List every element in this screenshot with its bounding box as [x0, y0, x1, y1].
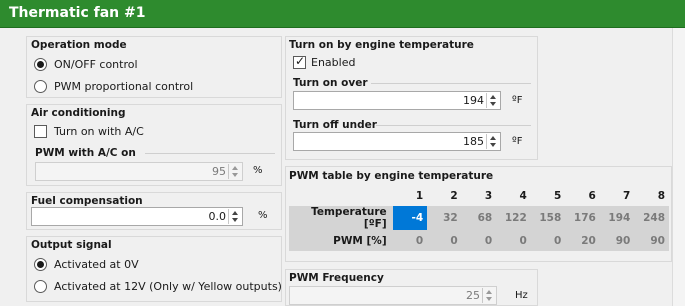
- temperature-row-header: Temperature [ºF]: [289, 206, 393, 230]
- output-signal-title: Output signal: [31, 239, 112, 251]
- temperature-row: Temperature [ºF] -4 32 68 122 158 176 19…: [289, 206, 669, 230]
- activated-12v-label[interactable]: Activated at 12V (Only w/ Yellow outputs…: [54, 280, 282, 293]
- pwm-with-ac-value: 95: [212, 165, 226, 178]
- temperature-cell[interactable]: 158: [530, 206, 566, 230]
- turn-off-under-unit: ºF: [512, 136, 523, 147]
- temperature-cell[interactable]: 68: [461, 206, 497, 230]
- turn-on-over-value: 194: [463, 94, 484, 107]
- column-header: 6: [565, 185, 600, 206]
- pwm-cell[interactable]: 0: [392, 230, 428, 251]
- pwm-with-ac-label: PWM with A/C on: [35, 147, 136, 159]
- turn-on-over-input[interactable]: 194: [293, 91, 501, 110]
- output-signal-group: Output signal Activated at 0V Activated …: [26, 236, 282, 302]
- turn-on-with-ac-checkbox[interactable]: [34, 125, 47, 138]
- operation-mode-group: Operation mode ON/OFF control PWM propor…: [26, 36, 282, 98]
- enabled-label[interactable]: Enabled: [311, 56, 355, 69]
- engine-temperature-title: Turn on by engine temperature: [289, 39, 474, 51]
- column-header: 5: [530, 185, 566, 206]
- turn-off-under-input[interactable]: 185: [293, 132, 501, 151]
- pwm-row-header: PWM [%]: [289, 230, 393, 251]
- air-conditioning-group: Air conditioning Turn on with A/C PWM wi…: [26, 104, 282, 186]
- vertical-scrollbar[interactable]: [672, 28, 685, 306]
- pwm-table: 1 2 3 4 5 6 7 8 Temperature [ºF] -4 32 6…: [289, 185, 669, 251]
- air-conditioning-title: Air conditioning: [31, 107, 126, 119]
- pwm-with-ac-input[interactable]: 95: [35, 162, 243, 181]
- fuel-compensation-unit: %: [258, 210, 268, 221]
- operation-mode-title: Operation mode: [31, 39, 127, 51]
- column-header: 7: [599, 185, 635, 206]
- column-header: 2: [427, 185, 462, 206]
- activated-0v-label[interactable]: Activated at 0V: [54, 258, 139, 271]
- pwm-cell[interactable]: 20: [565, 230, 600, 251]
- pwm-cell[interactable]: 0: [427, 230, 462, 251]
- turn-off-under-spinner[interactable]: [486, 134, 499, 149]
- temperature-cell[interactable]: 176: [565, 206, 600, 230]
- engine-temperature-group: Turn on by engine temperature Enabled Tu…: [285, 36, 538, 160]
- fuel-compensation-input[interactable]: 0.0: [31, 207, 243, 226]
- pwm-table-header-row: 1 2 3 4 5 6 7 8: [289, 185, 669, 206]
- window-titlebar: Thermatic fan #1: [0, 0, 685, 28]
- turn-on-over-divider: [371, 83, 531, 84]
- turn-off-under-label: Turn off under: [293, 119, 377, 131]
- column-header: 3: [461, 185, 497, 206]
- pwm-proportional-label[interactable]: PWM proportional control: [54, 80, 193, 93]
- fuel-compensation-spinner[interactable]: [228, 209, 241, 224]
- temperature-cell[interactable]: 248: [634, 206, 669, 230]
- turn-off-under-value: 185: [463, 135, 484, 148]
- pwm-frequency-unit: Hz: [515, 290, 528, 301]
- pwm-table-group: PWM table by engine temperature 1 2 3 4 …: [285, 166, 672, 262]
- pwm-cell[interactable]: 90: [599, 230, 635, 251]
- on-off-label[interactable]: ON/OFF control: [54, 58, 138, 71]
- fuel-compensation-value: 0.0: [208, 210, 227, 223]
- column-header: 4: [496, 185, 531, 206]
- turn-off-under-divider: [376, 125, 531, 126]
- pwm-cell[interactable]: 0: [496, 230, 531, 251]
- pwm-table-title: PWM table by engine temperature: [289, 170, 494, 182]
- turn-on-with-ac-label[interactable]: Turn on with A/C: [54, 125, 144, 138]
- turn-on-over-label: Turn on over: [293, 77, 368, 89]
- pwm-cell[interactable]: 0: [461, 230, 497, 251]
- column-header: 1: [392, 185, 428, 206]
- pwm-frequency-group: PWM Frequency 25 Hz: [285, 269, 538, 306]
- temperature-cell[interactable]: 194: [599, 206, 635, 230]
- pwm-frequency-title: PWM Frequency: [289, 272, 384, 284]
- activated-12v-radio[interactable]: [34, 280, 47, 293]
- temperature-cell[interactable]: 122: [496, 206, 531, 230]
- turn-on-over-unit: ºF: [512, 95, 523, 106]
- pwm-with-ac-divider: [145, 153, 275, 154]
- column-header: 8: [634, 185, 669, 206]
- temperature-cell[interactable]: 32: [427, 206, 462, 230]
- on-off-radio[interactable]: [34, 58, 47, 71]
- pwm-frequency-value: 25: [466, 289, 480, 302]
- activated-0v-radio[interactable]: [34, 258, 47, 271]
- pwm-table-corner: [289, 185, 393, 206]
- fuel-compensation-title: Fuel compensation: [31, 195, 143, 207]
- pwm-with-ac-spinner[interactable]: [228, 164, 241, 179]
- pwm-cell[interactable]: 90: [634, 230, 669, 251]
- pwm-frequency-input[interactable]: 25: [289, 286, 497, 305]
- pwm-row: PWM [%] 0 0 0 0 0 20 90 90: [289, 230, 669, 251]
- pwm-proportional-radio[interactable]: [34, 80, 47, 93]
- pwm-frequency-spinner[interactable]: [482, 288, 495, 303]
- fuel-compensation-group: Fuel compensation 0.0 %: [26, 192, 282, 230]
- temperature-cell[interactable]: -4: [392, 206, 428, 230]
- pwm-cell[interactable]: 0: [530, 230, 566, 251]
- enabled-checkbox[interactable]: [293, 54, 306, 69]
- pwm-with-ac-unit: %: [253, 165, 263, 176]
- window-title: Thermatic fan #1: [9, 5, 146, 21]
- turn-on-over-spinner[interactable]: [486, 93, 499, 108]
